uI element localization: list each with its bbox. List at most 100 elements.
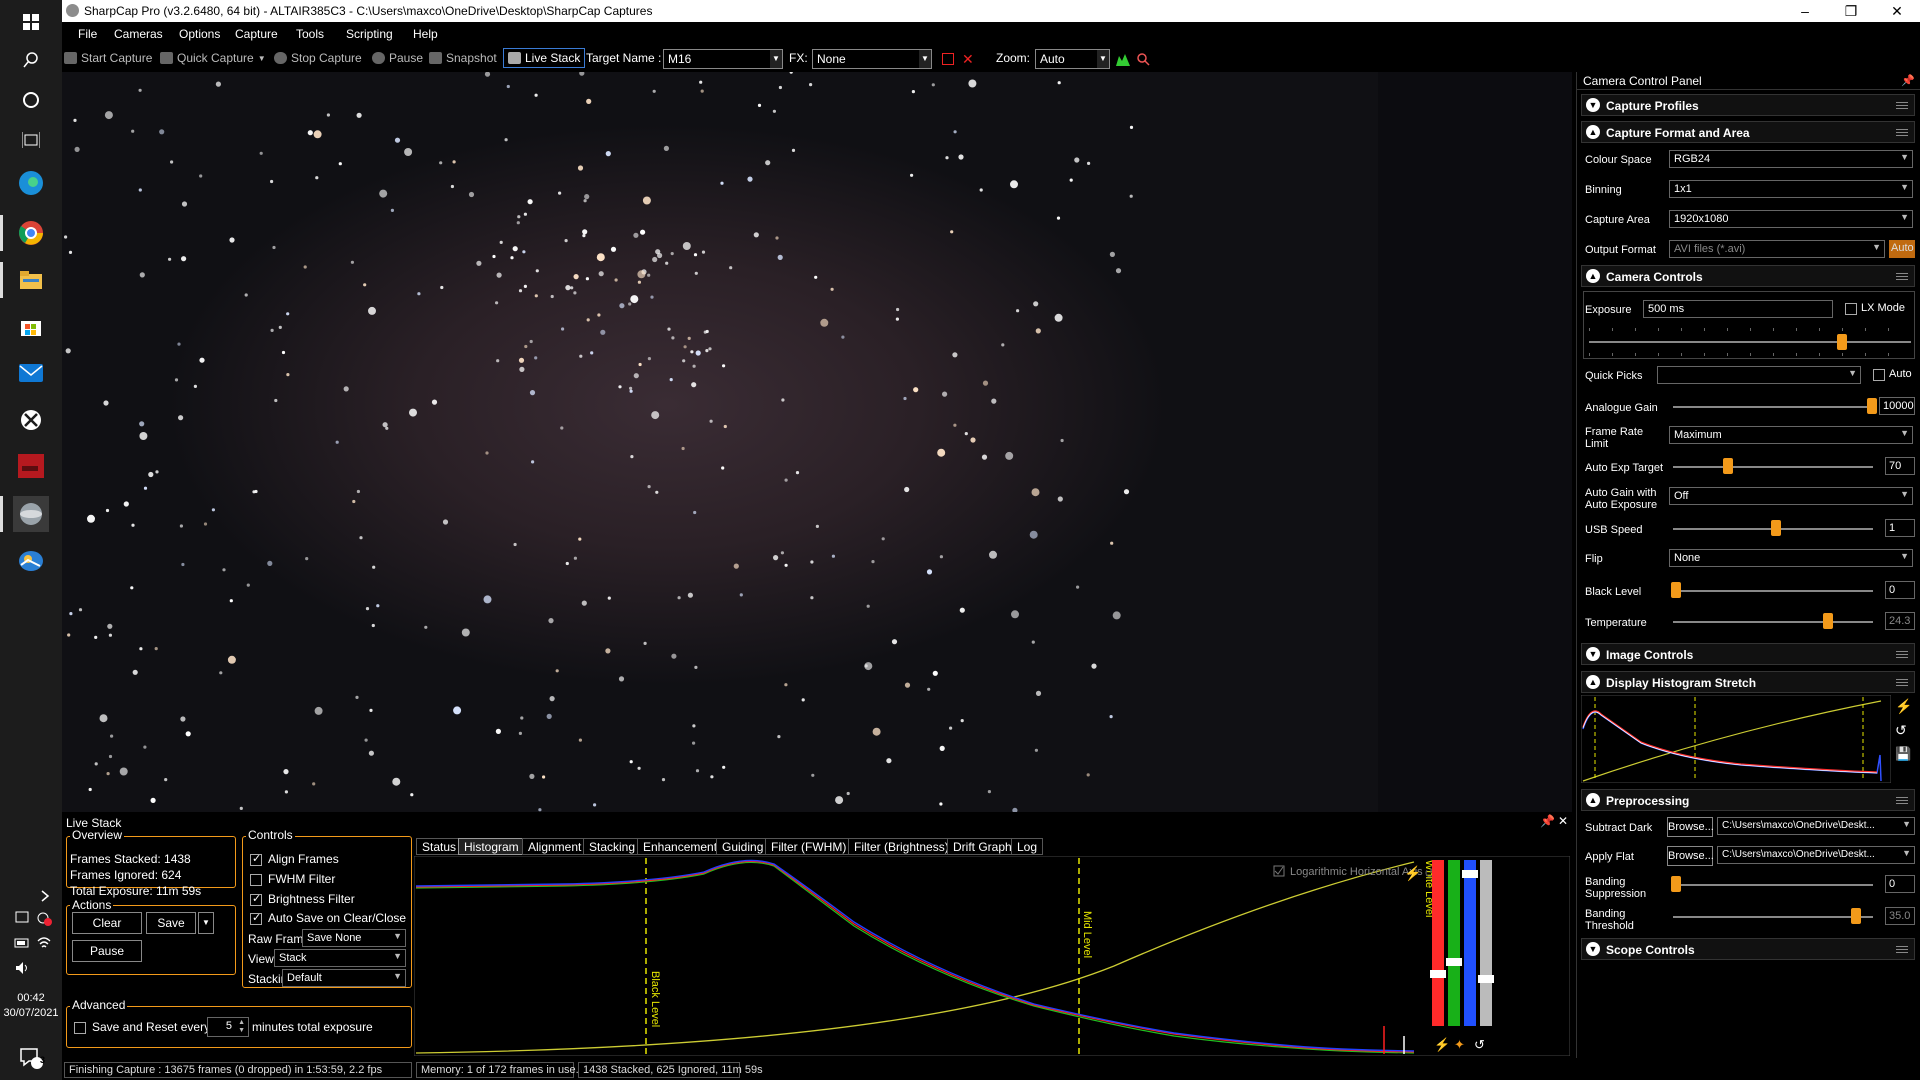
task-view-icon[interactable] — [13, 122, 49, 158]
chevron-down-icon[interactable]: ▼ — [1097, 50, 1109, 68]
frame-rate-select[interactable]: Maximum ▼ — [1669, 426, 1913, 444]
auto-exp-slider[interactable] — [1673, 466, 1873, 468]
pin-icon[interactable]: 📌 — [1540, 814, 1555, 828]
fx-combo[interactable]: None ▼ — [812, 49, 932, 69]
volume-icon[interactable] — [14, 960, 30, 976]
exposure-slider-thumb[interactable] — [1837, 334, 1847, 350]
collapse-icon[interactable]: ▲ — [1586, 269, 1600, 283]
save-button[interactable]: Save — [146, 912, 196, 934]
quick-picks-select[interactable]: ▼ — [1657, 366, 1861, 384]
snapshot-button[interactable]: Snapshot — [429, 51, 497, 65]
battery-icon[interactable] — [14, 935, 30, 951]
section-capture-profiles[interactable]: ▼ Capture Profiles — [1581, 94, 1915, 116]
binning-select[interactable]: 1x1 ▼ — [1669, 180, 1913, 198]
usb-speed-thumb[interactable] — [1771, 520, 1781, 536]
menu-icon[interactable] — [1896, 102, 1908, 109]
cortana-icon[interactable] — [13, 82, 49, 118]
clear-button[interactable]: Clear — [72, 912, 142, 934]
banding-threshold-thumb[interactable] — [1851, 908, 1861, 924]
pause-button[interactable]: Pause — [372, 51, 423, 65]
black-level-slider[interactable] — [1673, 590, 1873, 592]
chevron-down-icon[interactable]: ▼ — [770, 50, 782, 68]
network-off-icon[interactable] — [36, 910, 52, 926]
sharpcap-icon[interactable] — [13, 496, 49, 532]
banding-threshold-slider[interactable] — [1673, 916, 1873, 918]
collapse-icon[interactable]: ▲ — [1586, 125, 1600, 139]
apply-flat-path[interactable]: C:\Users\maxco\OneDrive\Deskt... ▼ — [1717, 846, 1915, 864]
red-level-handle[interactable] — [1430, 970, 1446, 978]
tab-enhancement[interactable]: Enhancement — [637, 838, 724, 855]
black-level-input[interactable]: 0 — [1885, 581, 1915, 599]
start-capture-button[interactable]: Start Capture — [64, 51, 152, 65]
wifi-icon[interactable] — [36, 935, 52, 951]
blue-level-bar[interactable] — [1464, 860, 1476, 1026]
menu-icon[interactable] — [1896, 273, 1908, 280]
histogram-icon[interactable] — [1116, 52, 1130, 69]
menu-icon[interactable] — [1896, 651, 1908, 658]
section-preprocessing[interactable]: ▲ Preprocessing — [1581, 789, 1915, 811]
search-icon[interactable] — [13, 42, 49, 78]
analogue-gain-input[interactable]: 10000 — [1879, 397, 1915, 415]
output-format-select[interactable]: AVI files (*.avi) ▼ — [1669, 240, 1885, 258]
star-icon[interactable]: ✦ — [1454, 1037, 1465, 1052]
auto-exp-input[interactable]: 70 — [1885, 457, 1915, 475]
stack-histogram-chart[interactable]: Logarithmic Horizontal Axis Black Level … — [414, 856, 1570, 1056]
edge-icon[interactable] — [13, 165, 49, 201]
restore-button[interactable]: ❐ — [1828, 0, 1874, 22]
expand-icon[interactable]: ▼ — [1586, 647, 1600, 661]
quick-picks-auto-checkbox[interactable] — [1873, 369, 1885, 381]
menu-file[interactable]: File — [78, 27, 97, 41]
brightness-filter-checkbox[interactable] — [250, 892, 262, 906]
menu-scripting[interactable]: Scripting — [346, 27, 393, 41]
clock[interactable]: 00:42 30/07/2021 — [0, 991, 62, 1021]
output-auto-button[interactable]: Auto — [1889, 240, 1915, 258]
collapse-icon[interactable]: ▲ — [1586, 675, 1600, 689]
tab-status[interactable]: Status — [416, 838, 463, 855]
live-stack-button[interactable]: Live Stack — [503, 48, 586, 68]
zoom-combo[interactable]: Auto ▼ — [1035, 49, 1110, 69]
auto-color-icon[interactable]: ⚡ — [1434, 1037, 1450, 1053]
analogue-gain-thumb[interactable] — [1867, 398, 1877, 414]
flip-select[interactable]: None ▼ — [1669, 549, 1913, 567]
menu-icon[interactable] — [1896, 946, 1908, 953]
save-reset-checkbox[interactable] — [74, 1022, 86, 1034]
spinner-icon[interactable]: ▲ ▼ — [238, 1019, 245, 1035]
menu-icon[interactable] — [1896, 129, 1908, 136]
stacking-select[interactable]: Default ▼ — [282, 969, 406, 987]
mail-icon[interactable] — [13, 355, 49, 391]
zoom-icon[interactable] — [1136, 52, 1150, 69]
target-name-combo[interactable]: M16 ▼ — [663, 49, 783, 69]
expand-icon[interactable]: ▼ — [1586, 98, 1600, 112]
auto-save-checkbox[interactable] — [250, 911, 262, 925]
menu-icon[interactable] — [1896, 679, 1908, 686]
chevron-down-icon[interactable]: ▼ — [258, 54, 266, 63]
save-stretch-icon[interactable]: 💾 — [1895, 746, 1911, 762]
reset-icon[interactable]: ↺ — [1474, 1037, 1485, 1052]
tab-drift-graph[interactable]: Drift Graph — [947, 838, 1018, 855]
tab-filter-brightness[interactable]: Filter (Brightness) — [848, 838, 955, 855]
tab-filter-fwhm[interactable]: Filter (FWHM) — [765, 838, 853, 855]
view-select[interactable]: Stack ▼ — [274, 949, 406, 967]
auto-stretch-icon[interactable]: ⚡ — [1404, 865, 1421, 882]
collapse-icon[interactable]: ▲ — [1586, 793, 1600, 807]
section-capture-format[interactable]: ▲ Capture Format and Area — [1581, 121, 1915, 143]
auto-exp-thumb[interactable] — [1723, 458, 1733, 474]
red-box-icon[interactable] — [942, 53, 954, 65]
fwhm-filter-checkbox[interactable] — [250, 874, 262, 886]
banding-suppression-slider[interactable] — [1673, 884, 1873, 886]
save-options-button[interactable]: ▼ — [198, 912, 214, 934]
display-icon[interactable] — [14, 910, 30, 926]
chrome-icon[interactable] — [13, 215, 49, 251]
notifications-icon[interactable]: 3 — [13, 1040, 49, 1076]
stop-capture-button[interactable]: Stop Capture — [274, 51, 362, 65]
menu-tools[interactable]: Tools — [296, 27, 324, 41]
pin-icon[interactable]: 📌 — [1901, 74, 1915, 87]
tab-alignment[interactable]: Alignment — [522, 838, 588, 855]
windows-start-icon[interactable] — [13, 4, 49, 40]
analogue-gain-slider[interactable] — [1673, 406, 1873, 408]
tab-log[interactable]: Log — [1011, 838, 1044, 855]
tab-guiding[interactable]: Guiding — [716, 838, 770, 855]
menu-capture[interactable]: Capture — [235, 27, 278, 41]
green-level-bar[interactable] — [1448, 860, 1460, 1026]
banding-suppression-input[interactable]: 0 — [1885, 875, 1915, 893]
